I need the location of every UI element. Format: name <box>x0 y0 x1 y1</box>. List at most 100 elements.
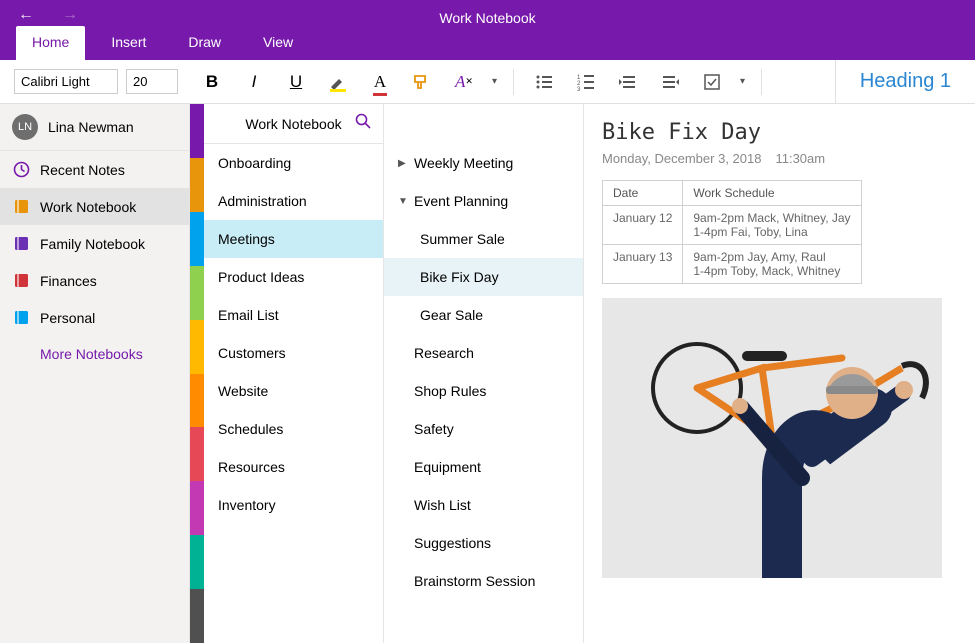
panel-header: Work Notebook <box>204 104 383 144</box>
sidebar-item-label: Work Notebook <box>40 199 136 215</box>
svg-text:3: 3 <box>577 87 581 91</box>
font-color-button[interactable]: A <box>362 66 398 98</box>
page-item[interactable]: Suggestions <box>384 524 583 562</box>
format-painter-button[interactable] <box>404 66 440 98</box>
sidebar-item[interactable]: Family Notebook <box>0 225 189 262</box>
heading-style-picker[interactable]: Heading 1 <box>835 60 975 104</box>
section-color-tab[interactable] <box>190 266 204 320</box>
sidebar-item-label: Personal <box>40 310 95 326</box>
table-header: Work Schedule <box>683 181 861 206</box>
bold-button[interactable]: B <box>194 66 230 98</box>
section-item[interactable]: Meetings <box>204 220 383 258</box>
section-item[interactable]: Resources <box>204 448 383 486</box>
page-content[interactable]: Bike Fix Day Monday, December 3, 201811:… <box>584 104 975 643</box>
section-color-tab[interactable] <box>190 374 204 428</box>
table-row[interactable]: January 129am-2pm Mack, Whitney, Jay1-4p… <box>603 206 862 245</box>
numbered-list-button[interactable]: 123 <box>568 66 604 98</box>
section-item[interactable]: Inventory <box>204 486 383 524</box>
section-item[interactable]: Schedules <box>204 410 383 448</box>
sidebar-item-label: Family Notebook <box>40 236 145 252</box>
section-item[interactable]: Onboarding <box>204 144 383 182</box>
section-color-tab[interactable] <box>190 481 204 535</box>
italic-button[interactable]: I <box>236 66 272 98</box>
section-item[interactable]: Email List <box>204 296 383 334</box>
page-item[interactable]: Wish List <box>384 486 583 524</box>
increase-indent-button[interactable] <box>652 66 688 98</box>
todo-tag-button[interactable] <box>694 66 730 98</box>
tab-view[interactable]: View <box>247 26 309 60</box>
bullet-list-button[interactable] <box>526 66 562 98</box>
page-item[interactable]: ▼Event Planning <box>384 182 583 220</box>
sidebar-item[interactable]: Finances <box>0 262 189 299</box>
section-color-tab[interactable] <box>190 535 204 589</box>
sidebar-item-label: Finances <box>40 273 97 289</box>
notebook-icon <box>12 309 30 326</box>
highlight-button[interactable] <box>320 66 356 98</box>
table-row[interactable]: January 139am-2pm Jay, Amy, Raul1-4pm To… <box>603 245 862 284</box>
clock-icon <box>12 161 30 178</box>
page-item-label: Suggestions <box>414 535 491 551</box>
section-color-tab[interactable] <box>190 320 204 374</box>
section-color-tab[interactable] <box>190 427 204 481</box>
page-item[interactable]: Equipment <box>384 448 583 486</box>
underline-button[interactable]: U <box>278 66 314 98</box>
clear-formatting-button[interactable]: A✕ <box>446 66 482 98</box>
font-size-input[interactable] <box>126 69 178 94</box>
table-header: Date <box>603 181 683 206</box>
font-more-dropdown[interactable]: ▾ <box>488 76 501 87</box>
notebook-sidebar: LN Lina Newman Recent Notes Work Notebook… <box>0 104 190 643</box>
separator <box>513 69 514 95</box>
page-item[interactable]: Research <box>384 334 583 372</box>
page-item-label: Gear Sale <box>420 307 483 323</box>
sidebar-item[interactable]: Work Notebook <box>0 188 189 225</box>
page-meta: Monday, December 3, 201811:30am <box>602 151 957 166</box>
paragraph-more-dropdown[interactable]: ▾ <box>736 76 749 87</box>
section-list: Work Notebook OnboardingAdministrationMe… <box>204 104 384 643</box>
section-color-tab[interactable] <box>190 158 204 212</box>
section-item[interactable]: Product Ideas <box>204 258 383 296</box>
section-item[interactable]: Website <box>204 372 383 410</box>
avatar: LN <box>12 114 38 140</box>
page-item[interactable]: ▶Weekly Meeting <box>384 144 583 182</box>
font-name-input[interactable] <box>14 69 118 94</box>
app-title: Work Notebook <box>0 10 975 26</box>
more-notebooks-link[interactable]: More Notebooks <box>0 336 189 372</box>
page-item[interactable]: Bike Fix Day <box>384 258 583 296</box>
page-item-label: Weekly Meeting <box>414 155 513 171</box>
page-item-label: Summer Sale <box>420 231 505 247</box>
page-item[interactable]: Shop Rules <box>384 372 583 410</box>
section-item[interactable]: Customers <box>204 334 383 372</box>
page-item[interactable]: Gear Sale <box>384 296 583 334</box>
title-bar: ← → Work Notebook Home Insert Draw View <box>0 0 975 60</box>
tab-home[interactable]: Home <box>16 26 85 60</box>
sidebar-item[interactable]: Personal <box>0 299 189 336</box>
page-image <box>602 298 942 578</box>
page-item-label: Bike Fix Day <box>420 269 499 285</box>
page-item[interactable]: Summer Sale <box>384 220 583 258</box>
user-row[interactable]: LN Lina Newman <box>0 104 189 151</box>
section-color-tab[interactable] <box>190 212 204 266</box>
page-title[interactable]: Bike Fix Day <box>602 120 957 145</box>
page-item-label: Research <box>414 345 474 361</box>
tab-insert[interactable]: Insert <box>95 26 162 60</box>
schedule-table[interactable]: Date Work Schedule January 129am-2pm Mac… <box>602 180 862 284</box>
toolbar: B I U A A✕ ▾ 123 ▾ Heading 1 <box>0 60 975 104</box>
page-item-label: Equipment <box>414 459 481 475</box>
page-item[interactable]: Safety <box>384 410 583 448</box>
ribbon-tabs: Home Insert Draw View <box>16 26 309 60</box>
section-color-tab[interactable] <box>190 589 204 643</box>
notebook-icon <box>12 198 30 215</box>
page-item-label: Event Planning <box>414 193 508 209</box>
notebook-icon <box>12 235 30 252</box>
page-item[interactable]: Brainstorm Session <box>384 562 583 600</box>
sidebar-item[interactable]: Recent Notes <box>0 151 189 188</box>
notebook-icon <box>12 272 30 289</box>
separator <box>761 69 762 95</box>
tab-draw[interactable]: Draw <box>172 26 237 60</box>
decrease-indent-button[interactable] <box>610 66 646 98</box>
section-color-tab[interactable] <box>190 104 204 158</box>
section-color-tabs <box>190 104 204 643</box>
page-list: ▶Weekly Meeting▼Event Planning Summer Sal… <box>384 104 584 643</box>
search-icon[interactable] <box>355 113 371 134</box>
section-item[interactable]: Administration <box>204 182 383 220</box>
